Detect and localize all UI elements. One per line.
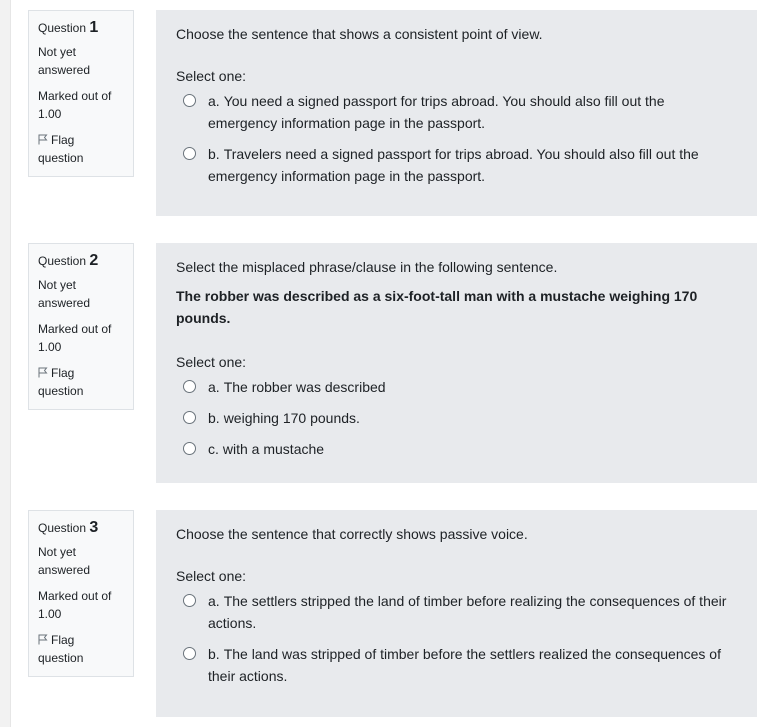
question-text: Select the misplaced phrase/clause in th… <box>176 259 558 275</box>
question-state: Not yet answered <box>38 278 91 310</box>
radio-button[interactable] <box>183 380 196 393</box>
option-label[interactable]: a. The robber was described <box>208 376 737 398</box>
radio-button[interactable] <box>183 411 196 424</box>
question-info-2: Question 2 Not yet answered Marked out of… <box>28 243 134 410</box>
question-number: Question 1 <box>38 19 99 36</box>
answer-option-b[interactable]: b. The land was stripped of timber before… <box>176 643 737 687</box>
question-grade: Marked out of 1.00 <box>38 89 112 121</box>
select-one-prompt: Select one: <box>176 568 247 584</box>
question-sentence: The robber was described as a six-foot-t… <box>176 288 698 326</box>
question-content-1: Choose the sentence that shows a consist… <box>156 10 757 216</box>
question-grade: Marked out of 1.00 <box>38 589 112 621</box>
answer-option-b[interactable]: b. weighing 170 pounds. <box>176 407 737 429</box>
answer-option-a[interactable]: a. The robber was described <box>176 376 737 398</box>
radio-button[interactable] <box>183 442 196 455</box>
option-label[interactable]: c. with a mustache <box>208 438 737 460</box>
question-content-3: Choose the sentence that correctly shows… <box>156 510 757 717</box>
flag-icon <box>38 634 48 645</box>
flag-icon <box>38 367 48 378</box>
option-label[interactable]: a. The settlers stripped the land of timb… <box>208 590 737 634</box>
flag-question-link[interactable]: Flag question <box>38 131 125 167</box>
option-label[interactable]: b. The land was stripped of timber before… <box>208 643 737 687</box>
flag-question-link[interactable]: Flag question <box>38 631 125 667</box>
flag-question-link[interactable]: Flag question <box>38 364 125 400</box>
radio-button[interactable] <box>183 647 196 660</box>
radio-button[interactable] <box>183 594 196 607</box>
answer-options: a. You need a signed passport for trips a… <box>176 90 737 187</box>
question-content-2: Select the misplaced phrase/clause in th… <box>156 243 757 483</box>
question-state: Not yet answered <box>38 545 91 577</box>
answer-option-a[interactable]: a. The settlers stripped the land of timb… <box>176 590 737 634</box>
question-text: Choose the sentence that correctly shows… <box>176 526 528 542</box>
radio-button[interactable] <box>183 147 196 160</box>
flag-icon <box>38 134 48 145</box>
answer-options: a. The robber was described b. weighing 17… <box>176 376 737 460</box>
question-text: Choose the sentence that shows a consist… <box>176 26 543 42</box>
option-label[interactable]: b. weighing 170 pounds. <box>208 407 737 429</box>
question-info-1: Question 1 Not yet answered Marked out of… <box>28 10 134 177</box>
answer-options: a. The settlers stripped the land of timb… <box>176 590 737 687</box>
answer-option-b[interactable]: b. Travelers need a signed passport for t… <box>176 143 737 187</box>
option-label[interactable]: a. You need a signed passport for trips a… <box>208 90 737 134</box>
select-one-prompt: Select one: <box>176 68 247 84</box>
select-one-prompt: Select one: <box>176 354 247 370</box>
answer-option-c[interactable]: c. with a mustache <box>176 438 737 460</box>
question-state: Not yet answered <box>38 45 91 77</box>
answer-option-a[interactable]: a. You need a signed passport for trips a… <box>176 90 737 134</box>
page-left-edge <box>0 0 11 727</box>
radio-button[interactable] <box>183 94 196 107</box>
question-number: Question 2 <box>38 252 99 269</box>
question-number: Question 3 <box>38 519 99 536</box>
question-info-3: Question 3 Not yet answered Marked out of… <box>28 510 134 677</box>
option-label[interactable]: b. Travelers need a signed passport for t… <box>208 143 737 187</box>
question-grade: Marked out of 1.00 <box>38 322 112 354</box>
